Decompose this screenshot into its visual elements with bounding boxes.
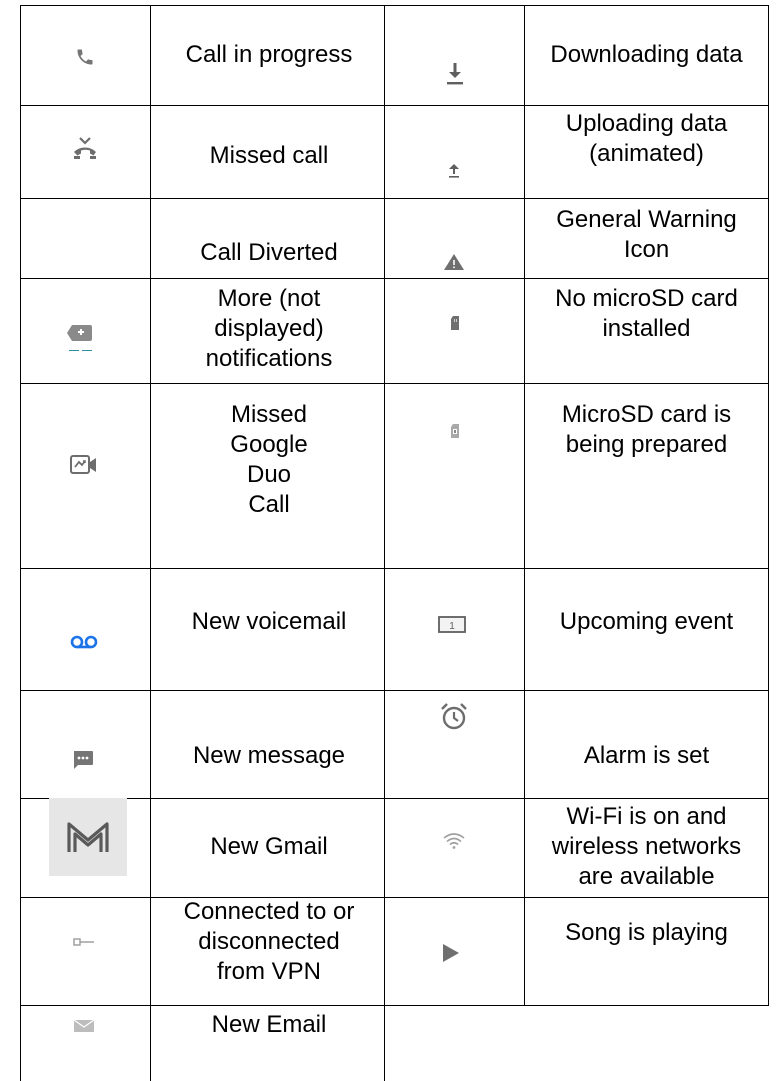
label-general-warning: General Warning Icon	[556, 206, 737, 263]
gmail-icon	[49, 798, 127, 876]
play-icon	[437, 935, 465, 971]
label-alarm-set: Alarm is set	[583, 742, 710, 769]
no-sd-card-icon	[446, 312, 464, 334]
alarm-icon	[434, 696, 474, 736]
label-new-voicemail: New voicemail	[191, 608, 347, 635]
grid-line	[20, 198, 769, 199]
message-icon	[63, 743, 103, 777]
label-wifi-on: Wi-Fi is on and wireless networks are av…	[551, 803, 742, 890]
vpn-key-icon	[64, 928, 104, 956]
grid-line	[20, 1005, 769, 1006]
email-icon	[64, 1016, 104, 1036]
label-more-notifications: More (not displayed) notifications	[205, 285, 333, 372]
grid-line	[150, 5, 151, 1081]
label-missed-call: Missed call	[209, 142, 329, 169]
upload-icon	[438, 154, 470, 186]
label-downloading-data: Downloading data	[550, 41, 743, 68]
warning-icon	[437, 251, 471, 273]
label-upcoming-event: Upcoming event	[559, 608, 734, 635]
label-call-in-progress: Call in progress	[185, 41, 353, 68]
svg-text:1: 1	[449, 621, 455, 632]
voicemail-icon	[62, 630, 106, 654]
label-microsd-preparing: MicroSD card is being prepared	[561, 401, 732, 458]
grid-line	[20, 278, 769, 279]
more-notifications-icon	[55, 318, 105, 358]
label-song-playing: Song is playing	[565, 919, 728, 946]
missed-call-icon	[60, 131, 110, 165]
grid-line	[20, 897, 769, 898]
label-new-email: New Email	[211, 1011, 327, 1038]
label-new-gmail: New Gmail	[210, 833, 328, 860]
grid-line	[20, 5, 21, 1081]
label-missed-duo-call: Missed Google Duo Call	[230, 401, 308, 518]
download-icon	[437, 55, 473, 91]
label-uploading-data: Uploading data (animated)	[565, 110, 728, 167]
wifi-icon	[438, 830, 470, 852]
label-call-diverted: Call Diverted	[200, 239, 338, 266]
grid-line	[768, 5, 769, 1006]
grid-line	[524, 5, 525, 1006]
sd-card-preparing-icon	[446, 420, 464, 442]
phone-icon	[65, 43, 105, 71]
grid-line	[20, 105, 769, 106]
grid-line	[20, 568, 769, 569]
label-vpn: Connected to or disconnected from VPN	[183, 898, 355, 985]
grid-line	[20, 798, 769, 799]
calendar-event-icon: 1	[432, 611, 472, 637]
grid-line	[20, 690, 769, 691]
grid-line	[20, 383, 769, 384]
duo-video-icon	[62, 450, 106, 480]
label-no-microsd: No microSD card installed	[555, 285, 738, 342]
grid-line	[384, 5, 385, 1081]
label-new-message: New message	[192, 742, 346, 769]
grid-line	[20, 5, 769, 6]
